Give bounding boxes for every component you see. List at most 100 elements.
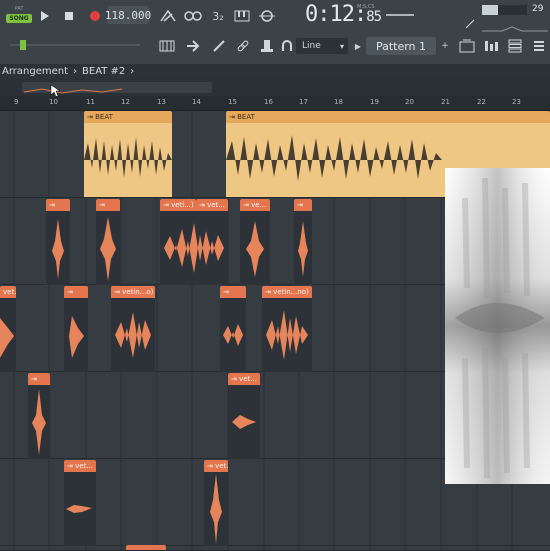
channel-rack-icon xyxy=(508,39,522,53)
bar-number: 21 xyxy=(441,98,450,106)
vocal-clip-header[interactable]: ⇥ veti...) xyxy=(160,199,196,211)
mixer-icon xyxy=(485,41,498,51)
breadcrumb-separator: › xyxy=(73,66,78,77)
vocal-clip[interactable] xyxy=(160,211,228,285)
piano-roll-button[interactable] xyxy=(156,37,178,55)
beat-clip-header[interactable]: ⇥ BEAT xyxy=(226,111,550,123)
vocal-waveform xyxy=(0,318,14,358)
vocal-clip[interactable] xyxy=(204,472,228,546)
breadcrumb-window[interactable]: Arrangement xyxy=(2,66,68,77)
clip-arrow-icon: ⇥ xyxy=(229,113,238,121)
clip-name: vet... xyxy=(215,462,228,470)
clip-arrow-icon: ⇥ xyxy=(207,462,216,470)
browser-icon xyxy=(534,41,544,51)
cpu-meter xyxy=(482,5,527,15)
tick-icon xyxy=(465,19,475,29)
vocal-clip-header[interactable]: ⇥ vet... xyxy=(228,373,260,385)
playlist-button[interactable] xyxy=(456,36,478,56)
record-button[interactable] xyxy=(86,6,104,26)
clip-name: vet... xyxy=(239,375,257,383)
vocal-clip-header[interactable]: ⇥ vet... xyxy=(196,199,228,211)
channel-rack-arrow-button[interactable] xyxy=(182,37,204,55)
vocal-clip-header[interactable] xyxy=(126,545,166,550)
time-format-label: M:S:CS xyxy=(357,4,375,10)
vocal-clip-header[interactable]: ⇥ xyxy=(96,199,120,211)
beat-clip-header[interactable]: ⇥ BEAT xyxy=(84,111,172,123)
link-button[interactable] xyxy=(232,37,254,55)
vocal-clip[interactable] xyxy=(64,472,96,546)
bar-number: 10 xyxy=(49,98,58,106)
vocal-clip-header[interactable]: vet... xyxy=(0,286,16,298)
mixer-button[interactable] xyxy=(480,36,502,56)
clip-arrow-icon: ⇥ xyxy=(49,201,55,209)
loop-record-icon xyxy=(184,11,202,21)
vocal-clip[interactable] xyxy=(0,298,16,372)
clip-arrow-icon: ⇥ xyxy=(87,113,96,121)
song-label: SONG xyxy=(6,14,32,23)
vocal-clip[interactable] xyxy=(228,385,260,459)
wait-record-button[interactable] xyxy=(182,6,204,26)
tempo-display[interactable]: 118.000 xyxy=(105,6,151,24)
vocal-clip-header[interactable]: ⇥ vetin...o) xyxy=(111,286,155,298)
vocal-clip[interactable] xyxy=(262,298,312,372)
cpu-meter-fill xyxy=(482,5,498,15)
vocal-clip[interactable] xyxy=(46,211,70,285)
countdown-button[interactable]: 3₂ xyxy=(208,6,228,26)
blend-notes-button[interactable] xyxy=(256,6,278,26)
vocal-clip-header[interactable]: ⇥ xyxy=(28,373,50,385)
pattern-selector[interactable]: Pattern 1 xyxy=(366,37,436,55)
snap-select[interactable]: Line ▾ xyxy=(296,38,348,54)
channel-rack-button[interactable] xyxy=(504,36,526,56)
metronome-button[interactable] xyxy=(158,6,178,26)
master-volume-handle[interactable] xyxy=(20,40,26,50)
vocal-clip-header[interactable]: ⇥ xyxy=(220,286,246,298)
bar-number: 15 xyxy=(228,98,237,106)
vocal-clip[interactable] xyxy=(111,298,155,372)
clip-arrow-icon: ⇥ xyxy=(114,288,123,296)
vocal-waveform xyxy=(164,223,224,273)
vocal-clip[interactable] xyxy=(64,298,88,372)
step-edit-button[interactable] xyxy=(232,6,252,26)
vocal-clip-header[interactable]: ⇥ vet... xyxy=(64,460,96,472)
vocal-waveform xyxy=(298,221,308,277)
cpu-graph xyxy=(482,18,548,32)
vocal-clip[interactable] xyxy=(294,211,312,285)
pattern-prev-button[interactable]: ▶ xyxy=(352,38,364,54)
plus-icon: + xyxy=(441,41,449,51)
beat-clip[interactable] xyxy=(84,123,172,197)
draw-tool-button[interactable] xyxy=(208,37,230,55)
master-volume-slider[interactable] xyxy=(10,40,140,50)
vocal-clip-header[interactable]: ⇥ xyxy=(46,199,70,211)
vocal-waveform xyxy=(69,316,84,358)
vocal-clip-header[interactable]: ⇥ vetin...no) xyxy=(262,286,312,298)
play-button[interactable] xyxy=(36,6,54,26)
vocal-waveform xyxy=(210,474,222,544)
vocal-clip[interactable] xyxy=(28,385,50,459)
clip-arrow-icon: ⇥ xyxy=(243,201,252,209)
hat-icon xyxy=(261,40,273,52)
playlist-overview-scrollbar[interactable] xyxy=(0,79,550,98)
vocal-clip-header[interactable]: ⇥ ve... xyxy=(240,199,270,211)
vocal-clip-header[interactable]: ⇥ xyxy=(64,286,88,298)
breadcrumb-item[interactable]: BEAT #2 xyxy=(82,66,125,77)
vocal-clip[interactable] xyxy=(240,211,270,285)
cpu-value: 29 xyxy=(532,4,544,14)
pat-song-toggle[interactable]: PAT SONG xyxy=(6,5,32,27)
vocal-clip-header[interactable]: ⇥ vet... xyxy=(204,460,228,472)
vocal-clip[interactable] xyxy=(96,211,120,285)
pattern-add-button[interactable]: + xyxy=(440,38,450,54)
vocal-clip[interactable] xyxy=(220,298,246,372)
bar-number: 18 xyxy=(334,98,343,106)
timeline-ruler[interactable]: 9 10 11 12 13 14 15 16 17 18 19 20 21 22… xyxy=(0,96,550,111)
stop-icon xyxy=(65,12,73,20)
clip-arrow-icon: ⇥ xyxy=(67,462,76,470)
browser-button[interactable] xyxy=(528,36,550,56)
piano-icon xyxy=(159,40,175,52)
bar-number: 22 xyxy=(477,98,486,106)
bar-number: 9 xyxy=(14,98,19,106)
stop-button[interactable] xyxy=(60,6,78,26)
chevron-down-icon: ▾ xyxy=(339,41,344,51)
clip-name: vet... xyxy=(75,462,93,470)
vocal-clip-header[interactable]: ⇥ xyxy=(294,199,312,211)
plugin-button[interactable] xyxy=(257,36,277,56)
